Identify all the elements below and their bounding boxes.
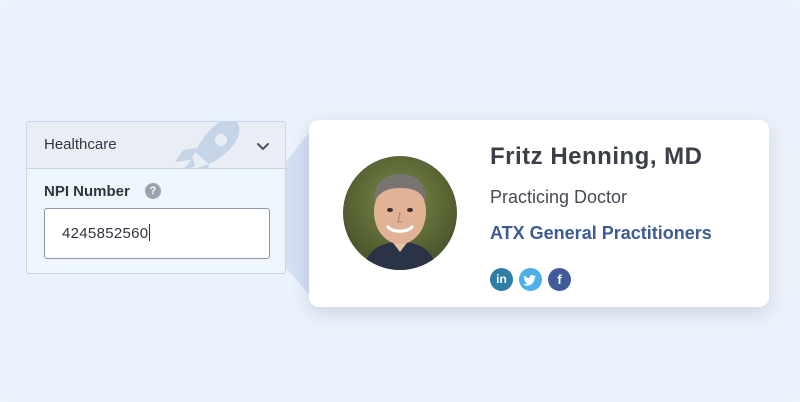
provider-profile-card: Fritz Henning, MD Practicing Doctor ATX … (309, 120, 769, 307)
category-select-value: Healthcare (44, 136, 117, 153)
question-icon[interactable]: ? (145, 183, 161, 199)
avatar (343, 156, 457, 270)
category-select[interactable]: Healthcare (27, 122, 285, 169)
twitter-icon[interactable] (519, 268, 542, 291)
provider-role: Practicing Doctor (490, 187, 628, 207)
provider-organization: ATX General Practitioners (490, 223, 712, 243)
npi-number-label: NPI Number (44, 183, 130, 200)
chevron-down-icon[interactable] (256, 139, 270, 150)
text-cursor (149, 224, 151, 241)
npi-number-value: 4245852560 (62, 224, 151, 242)
facebook-icon[interactable]: f (548, 268, 571, 291)
provider-name: Fritz Henning, MD (490, 143, 703, 170)
linkedin-icon[interactable]: in (490, 268, 513, 291)
canvas-background: Healthcare NPI Number ? 4245852560 Fritz… (0, 0, 800, 402)
npi-lookup-form: Healthcare NPI Number ? 4245852560 (26, 121, 286, 274)
npi-number-input[interactable]: 4245852560 (44, 208, 270, 259)
rocket-icon (165, 122, 245, 168)
